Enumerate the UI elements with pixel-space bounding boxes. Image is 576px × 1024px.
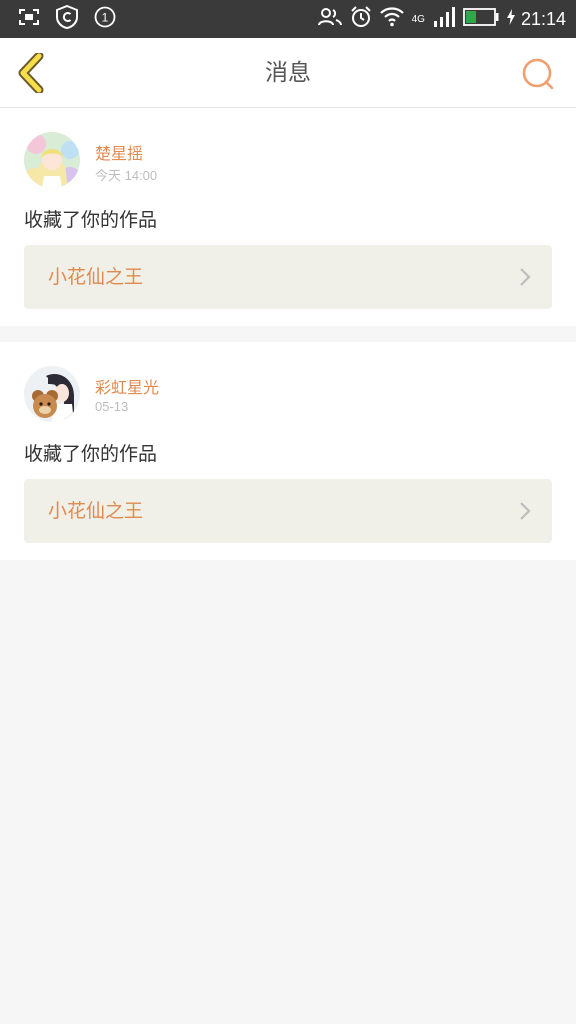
avatar[interactable] — [24, 366, 80, 422]
username[interactable]: 楚星摇 — [95, 140, 143, 164]
work-title: 小花仙之王 — [48, 500, 144, 522]
work-link[interactable]: 小花仙之王 — [24, 245, 552, 309]
work-link[interactable]: 小花仙之王 — [24, 479, 552, 543]
signal-icon — [433, 7, 455, 31]
clock: 21:14 — [520, 8, 566, 29]
timestamp: 今天 14:00 — [95, 168, 158, 183]
username[interactable]: 彩虹星光 — [95, 374, 159, 398]
page-title: 消息 — [265, 60, 311, 86]
action-text: 收藏了你的作品 — [24, 443, 158, 465]
c-app-icon — [56, 4, 78, 33]
search-button[interactable] — [520, 56, 556, 92]
search-icon — [522, 58, 554, 90]
message-card: 彩虹星光 05-13 收藏了你的作品 小花仙之王 — [0, 342, 576, 560]
message-card: 楚星摇 今天 14:00 收藏了你的作品 小花仙之王 — [0, 108, 576, 326]
header-bar: 消息 — [0, 38, 576, 108]
svg-text:1: 1 — [102, 11, 109, 25]
alarm-icon — [350, 6, 372, 32]
contacts-icon — [317, 7, 342, 31]
notification-count-icon: 1 — [94, 6, 116, 32]
status-bar: 1 4G 21:14 — [0, 0, 576, 38]
chevron-right-icon — [520, 268, 531, 286]
wifi-icon — [379, 7, 404, 31]
network-type: 4G — [411, 13, 425, 25]
avatar[interactable] — [24, 132, 80, 188]
work-title: 小花仙之王 — [48, 266, 144, 288]
timestamp: 05-13 — [95, 399, 129, 414]
screenshot-icon — [18, 8, 40, 30]
action-text: 收藏了你的作品 — [24, 209, 158, 231]
charging-icon — [506, 9, 515, 29]
battery-icon — [463, 8, 499, 30]
chevron-right-icon — [520, 502, 531, 520]
